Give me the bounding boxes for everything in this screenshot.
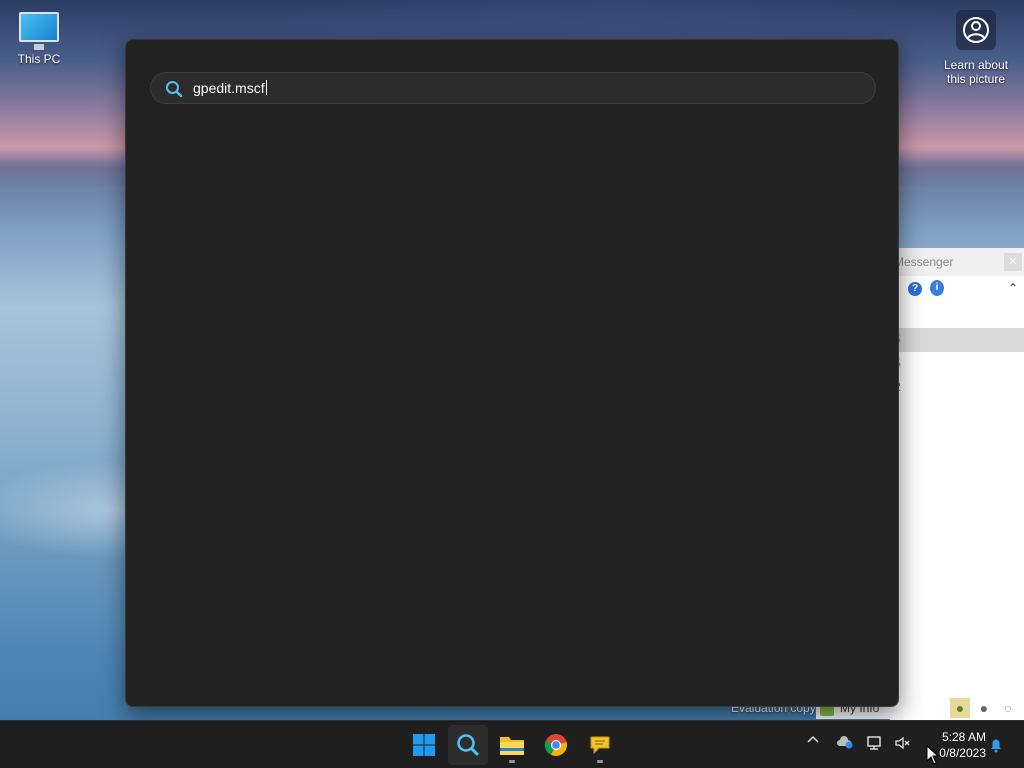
bell-icon [991,739,1001,753]
search-query: gpedit.mscf [193,80,265,96]
desktop-icon-label: This PC [17,52,61,66]
taskbar: 5:28 AM 0/8/2023 [0,720,1024,768]
cloud-info-icon [837,736,853,749]
start-button[interactable] [404,725,444,765]
network-icon [867,736,881,750]
learn-label-line2: this picture [946,72,1006,86]
desktop-icon-this-pc[interactable]: This PC [10,8,68,66]
running-indicator [597,760,603,763]
messenger-window: Messenger ✕ ? i ⌃ l 5 5 2 ● ● ○ [890,248,1024,720]
windows-logo-icon [413,734,435,756]
help-icon[interactable]: ? [908,282,922,296]
online-status-icon[interactable]: ● [950,698,970,718]
messenger-status-bar: ● ● ○ [890,696,1024,720]
messenger-button[interactable] [580,725,620,765]
list-item[interactable]: l [890,304,1024,328]
search-flyout: gpedit.mscf [125,39,899,707]
search-button[interactable] [448,725,488,765]
list-item[interactable]: 2 [890,376,1024,400]
search-icon [166,81,183,98]
learn-label-line1: Learn about [943,58,1009,72]
volume-muted-icon [895,736,910,750]
info-icon[interactable]: i [930,280,944,296]
network-tray-button[interactable] [866,735,884,754]
chrome-icon [544,734,567,756]
list-item[interactable]: 5 [890,352,1024,376]
search-box[interactable]: gpedit.mscf [150,72,876,104]
clock-time: 5:28 AM [941,730,986,744]
offline-status-icon[interactable]: ○ [998,698,1018,718]
notifications-button[interactable] [988,737,1004,758]
running-indicator [509,760,515,763]
chrome-button[interactable] [536,725,576,765]
desktop-icon-label: Learn about this picture [938,58,1014,86]
chevron-up-icon [807,735,819,743]
search-input[interactable]: gpedit.mscf [193,73,853,103]
messenger-title-bar[interactable]: Messenger ✕ [890,248,1024,276]
mouse-pointer-icon [926,745,938,765]
desktop-icon-learn-about-picture[interactable]: Learn about this picture [938,10,1014,86]
file-explorer-button[interactable] [492,725,532,765]
search-icon [457,734,479,756]
onedrive-tray-button[interactable] [836,735,854,752]
list-item[interactable]: 5 [890,328,1024,352]
close-icon[interactable]: ✕ [1004,253,1022,271]
chat-bubble-icon [590,736,610,755]
show-hidden-icons-button[interactable] [806,733,820,750]
messenger-title: Messenger [894,255,954,269]
text-caret [265,80,267,95]
busy-status-icon[interactable]: ● [974,698,994,718]
spotlight-icon [956,10,996,50]
volume-tray-button[interactable] [894,735,912,754]
folder-icon [500,737,524,755]
messenger-toolbar: ? i ⌃ [890,276,1024,304]
chevron-up-icon[interactable]: ⌃ [1008,281,1018,295]
computer-icon [19,12,59,50]
